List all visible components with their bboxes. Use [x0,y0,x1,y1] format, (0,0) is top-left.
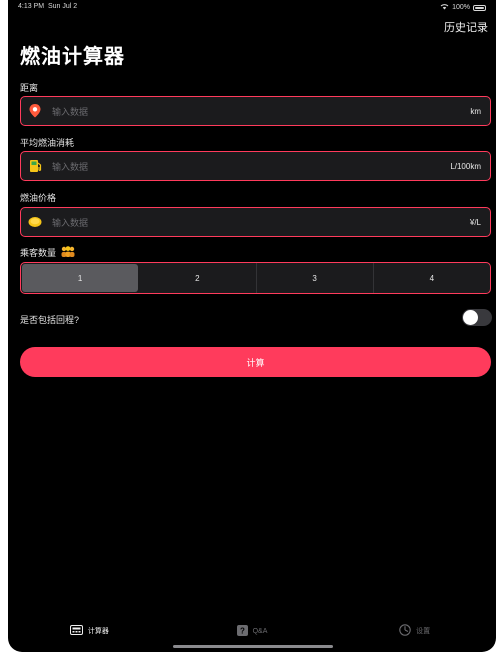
price-unit: ¥/L [469,217,481,227]
coin-icon [28,215,42,229]
passenger-option-3[interactable]: 3 [257,263,374,293]
tab-calculator-label: 计算器 [87,628,109,635]
tab-bar: 计算器 ? Q&A 设置 [8,618,496,644]
round-trip-label: 是否包括回程? [20,315,80,325]
map-pin-icon [28,104,42,118]
distance-unit: km [470,106,481,116]
status-date: Sun Jul 2 [47,3,78,10]
distance-label: 距离 [20,83,39,93]
distance-placeholder: 输入数据 [52,106,89,117]
passenger-option-4[interactable]: 4 [374,263,490,293]
round-trip-toggle[interactable] [462,309,492,326]
people-icon [60,246,76,259]
distance-input[interactable]: 输入数据 km [20,96,491,126]
consumption-placeholder: 输入数据 [52,161,89,172]
app-screen: 4:13 PM Sun Jul 2 100% 历史记录 燃油计算器 距离 输入数… [8,0,496,652]
home-indicator [173,645,333,648]
consumption-label: 平均燃油消耗 [20,138,75,148]
question-icon: ? [236,624,248,638]
settings-icon [399,624,411,638]
passenger-count-selector[interactable]: 1 2 3 4 [20,262,491,294]
passenger-option-2[interactable]: 2 [139,263,257,293]
tab-settings-label: 设置 [416,628,431,635]
wifi-icon [440,3,449,12]
tab-qa[interactable]: ? Q&A [171,618,334,644]
consumption-unit: L/100km [450,161,481,171]
price-placeholder: 输入数据 [52,217,89,228]
tab-qa-label: Q&A [252,627,268,635]
price-input[interactable]: 输入数据 ¥/L [20,207,491,237]
calculate-button[interactable]: 计算 [20,347,491,377]
calculator-icon [69,625,83,637]
svg-text:?: ? [240,626,245,635]
fuel-pump-icon [28,159,42,173]
tab-calculator[interactable]: 计算器 [8,618,171,644]
status-time-date: 4:13 PM Sun Jul 2 [18,3,77,10]
page-title: 燃油计算器 [20,46,125,68]
battery-icon [473,4,486,11]
toggle-knob [463,310,478,325]
passenger-count-label: 乘客数量 [20,246,76,259]
price-label: 燃油价格 [20,193,57,203]
history-button[interactable]: 历史记录 [444,19,488,35]
consumption-input[interactable]: 输入数据 L/100km [20,151,491,181]
status-bar: 4:13 PM Sun Jul 2 100% [8,0,496,14]
passenger-option-1[interactable]: 1 [22,264,139,292]
status-indicators: 100% [440,3,486,12]
tab-settings[interactable]: 设置 [333,618,496,644]
status-time: 4:13 PM [18,3,45,10]
passenger-count-text: 乘客数量 [20,248,57,258]
battery-percent: 100% [452,4,470,11]
